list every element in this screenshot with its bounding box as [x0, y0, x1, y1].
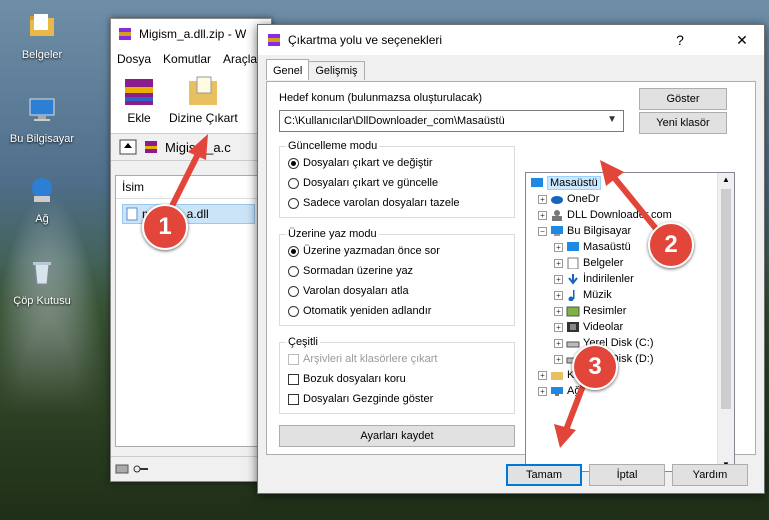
- step-badge-2: 2: [648, 222, 694, 268]
- tab-general[interactable]: Genel: [266, 59, 310, 80]
- step-badge-3: 3: [572, 344, 618, 390]
- arrow-2: [600, 160, 665, 239]
- arrow-3: [554, 375, 589, 448]
- step-badge-1: 1: [142, 204, 188, 250]
- arrow-1: [167, 134, 208, 213]
